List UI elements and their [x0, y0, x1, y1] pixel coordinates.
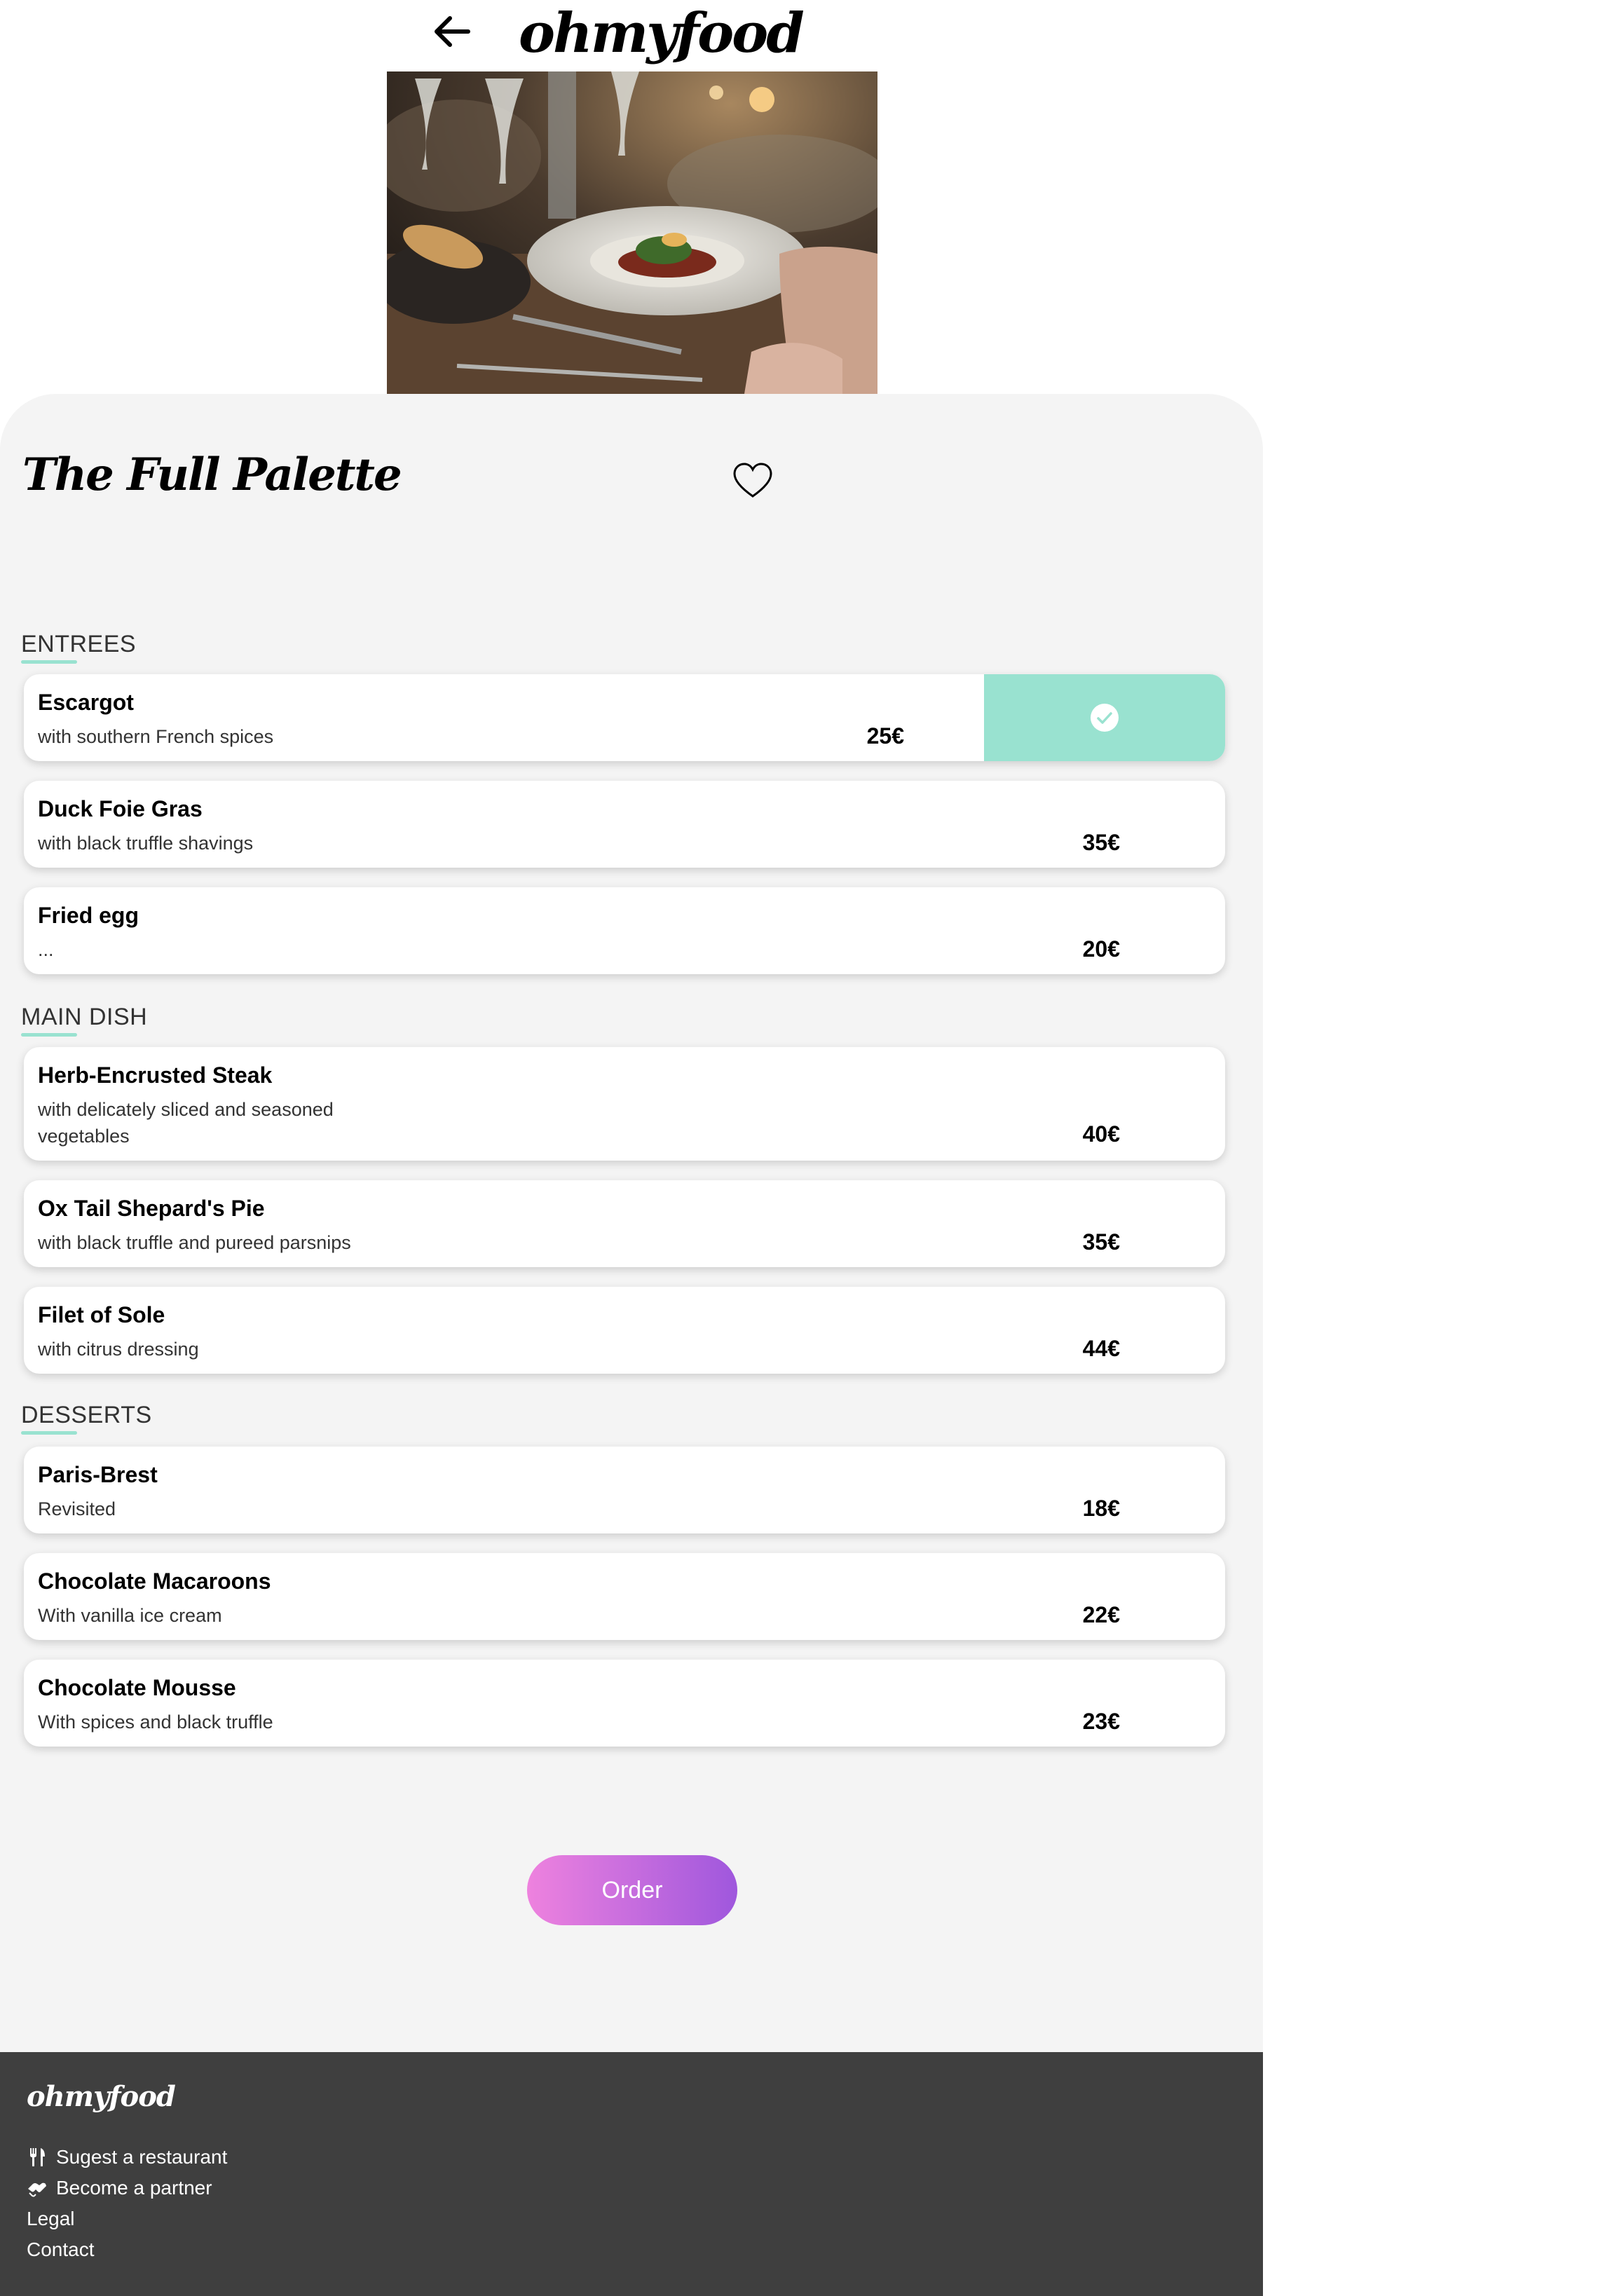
- menu-item-price: 23€: [1082, 1709, 1120, 1734]
- menu-item-name: Chocolate Macaroons: [38, 1569, 271, 1594]
- header: ohmyfood: [0, 0, 1263, 71]
- footer-link-contact[interactable]: Contact: [27, 2239, 95, 2261]
- utensils-icon: [30, 2148, 45, 2166]
- menu-item[interactable]: Paris-Brest Revisited 18€: [24, 1447, 1225, 1533]
- menu-item-price: 44€: [1082, 1336, 1120, 1361]
- menu-item-description: With spices and black truffle: [38, 1711, 273, 1733]
- menu-item-description: with black truffle shavings: [38, 833, 254, 854]
- menu-item[interactable]: Duck Foie Gras with black truffle shavin…: [24, 781, 1225, 868]
- menu-item-name: Escargot: [38, 690, 134, 715]
- menu-item-name: Ox Tail Shepard's Pie: [38, 1196, 265, 1221]
- menu-card: The Full Palette ENTREES Escargot with s…: [0, 394, 1263, 2052]
- footer: ohmyfood Sugest a restaurant Become a pa…: [0, 2052, 1263, 2296]
- menu-item-price: 25€: [866, 723, 904, 749]
- menu-item-name: Chocolate Mousse: [38, 1675, 236, 1700]
- menu-item[interactable]: Fried egg ... 20€: [24, 887, 1225, 974]
- handshake-icon: [28, 2182, 46, 2197]
- menu-item-description: Revisited: [38, 1498, 116, 1519]
- menu-item-description: With vanilla ice cream: [38, 1605, 222, 1626]
- footer-link-label: Sugest a restaurant: [56, 2146, 228, 2168]
- menu-item-name: Duck Foie Gras: [38, 796, 203, 821]
- menu-item[interactable]: Filet of Sole with citrus dressing 44€: [24, 1287, 1225, 1374]
- menu-item-price: 35€: [1082, 830, 1120, 855]
- footer-link-label: Become a partner: [56, 2177, 212, 2199]
- menu-item-description: ...: [38, 939, 54, 960]
- menu-item-description: with citrus dressing: [38, 1339, 199, 1360]
- section-title-entrees: ENTREES: [21, 631, 137, 657]
- footer-logo[interactable]: ohmyfood: [27, 2080, 176, 2113]
- footer-link-label: Contact: [27, 2239, 95, 2260]
- menu-item[interactable]: Ox Tail Shepard's Pie with black truffle…: [24, 1180, 1225, 1267]
- footer-link-suggest[interactable]: Sugest a restaurant: [27, 2146, 227, 2168]
- menu-item[interactable]: Herb-Encrusted Steak with delicately sli…: [24, 1047, 1225, 1161]
- footer-link-legal[interactable]: Legal: [27, 2208, 75, 2230]
- menu-item-description: with delicately sliced and seasoned vege…: [38, 1099, 334, 1147]
- footer-link-label: Legal: [27, 2208, 75, 2229]
- menu-item-price: 22€: [1082, 1602, 1120, 1627]
- order-button[interactable]: Order: [527, 1855, 737, 1925]
- section-underline: [21, 1431, 77, 1435]
- section-title-desserts: DESSERTS: [21, 1402, 152, 1428]
- menu-item-name: Paris-Brest: [38, 1462, 158, 1487]
- menu-item-description: with southern French spices: [38, 726, 274, 747]
- menu-item-name: Filet of Sole: [38, 1302, 165, 1327]
- menu-item[interactable]: Escargot with southern French spices 25€: [24, 674, 1225, 761]
- menu-item-price: 20€: [1082, 936, 1120, 962]
- footer-link-partner[interactable]: Become a partner: [27, 2177, 212, 2199]
- arrow-left-icon[interactable]: [432, 14, 471, 49]
- check-circle-icon: [1091, 704, 1119, 732]
- menu-item[interactable]: Chocolate Macaroons With vanilla ice cre…: [24, 1553, 1225, 1640]
- menu-item-name: Herb-Encrusted Steak: [38, 1062, 273, 1088]
- restaurant-page: ohmyfood The Full Palette ENTREES Escarg…: [0, 0, 1263, 2296]
- menu-item-price: 35€: [1082, 1229, 1120, 1255]
- section-underline: [21, 660, 77, 664]
- restaurant-hero-image: [387, 71, 877, 394]
- section-underline: [21, 1033, 77, 1037]
- selected-check-zone[interactable]: [984, 674, 1225, 761]
- menu-item-price: 40€: [1082, 1121, 1120, 1147]
- restaurant-title: The Full Palette: [22, 449, 402, 501]
- menu-item-name: Fried egg: [38, 903, 139, 928]
- section-title-main-dish: MAIN DISH: [21, 1004, 148, 1030]
- menu-item-price: 18€: [1082, 1496, 1120, 1521]
- menu-item[interactable]: Chocolate Mousse With spices and black t…: [24, 1660, 1225, 1747]
- menu-item-description: with black truffle and pureed parsnips: [38, 1232, 351, 1253]
- app-logo[interactable]: ohmyfood: [519, 0, 805, 70]
- heart-outline-icon[interactable]: [732, 461, 774, 500]
